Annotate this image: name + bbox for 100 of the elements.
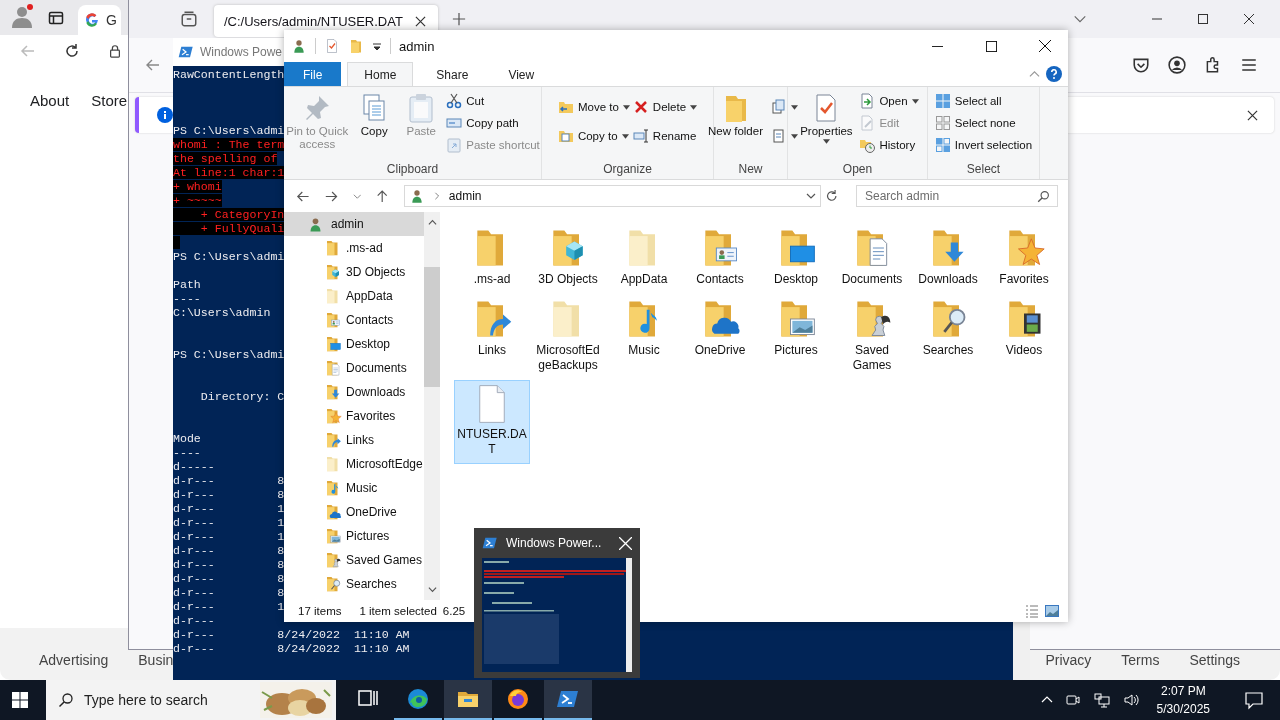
pocket-icon[interactable] xyxy=(1132,56,1150,74)
nav-item[interactable]: AppData xyxy=(284,284,424,308)
file-item[interactable]: Contacts xyxy=(682,223,758,294)
footer-link[interactable]: Terms xyxy=(1121,652,1160,668)
ribbon-button[interactable]: Copy path xyxy=(446,115,540,131)
file-item[interactable]: AppData xyxy=(606,223,682,294)
file-item[interactable]: .ms-ad xyxy=(454,223,530,294)
ribbon-button[interactable]: Cut xyxy=(446,93,540,109)
ribbon-button[interactable]: New folder xyxy=(703,90,768,161)
clock-date[interactable]: 5/30/2025 xyxy=(1156,700,1210,718)
refresh-icon[interactable] xyxy=(824,189,838,203)
ribbon-button[interactable]: Select all xyxy=(934,93,1033,109)
back-icon[interactable] xyxy=(145,57,161,73)
footer-link[interactable]: Settings xyxy=(1189,652,1240,668)
nav-item[interactable]: Favorites xyxy=(284,404,424,428)
footer-link[interactable]: Advertising xyxy=(39,652,109,668)
nav-item[interactable]: Music xyxy=(284,476,424,500)
close-icon[interactable] xyxy=(1247,109,1258,121)
user-icon[interactable] xyxy=(291,38,307,54)
close-icon[interactable] xyxy=(1243,13,1255,25)
up-icon[interactable] xyxy=(375,188,390,204)
file-item[interactable]: Links xyxy=(454,294,530,380)
plus-icon[interactable] xyxy=(452,12,466,26)
footer-link[interactable]: Privacy xyxy=(1045,652,1092,668)
ribbon-tab[interactable]: Home xyxy=(347,62,414,86)
ribbon-button[interactable]: Delete xyxy=(632,99,698,115)
nav-link[interactable]: About xyxy=(30,92,70,109)
footer-link[interactable]: Busin xyxy=(138,652,174,668)
scrollbar[interactable] xyxy=(1013,622,1030,680)
file-item[interactable]: Desktop xyxy=(758,223,834,294)
ribbon-button[interactable]: Rename xyxy=(632,128,698,144)
nav-item[interactable]: Searches xyxy=(284,572,424,596)
nav-link[interactable]: Store xyxy=(91,92,128,109)
file-item[interactable]: Videos xyxy=(986,294,1062,380)
tab-overview-icon[interactable] xyxy=(180,10,198,28)
ribbon-button[interactable] xyxy=(770,128,798,144)
account-icon[interactable] xyxy=(1168,56,1186,74)
nav-item[interactable]: admin xyxy=(284,212,424,236)
tab-list-icon[interactable] xyxy=(48,9,64,26)
close-icon[interactable] xyxy=(415,15,426,27)
file-item[interactable]: NTUSER.DAT xyxy=(454,380,530,464)
ribbon-button[interactable]: Copy to xyxy=(557,128,630,144)
scroll-thumb[interactable] xyxy=(424,267,440,387)
image-icon[interactable] xyxy=(1044,603,1060,619)
ribbon-button[interactable]: Select none xyxy=(934,115,1033,131)
taskbar-button[interactable] xyxy=(544,680,592,720)
file-item[interactable]: Documents xyxy=(834,223,910,294)
scrollbar[interactable] xyxy=(424,212,440,600)
nav-item[interactable]: .ms-ad xyxy=(284,236,424,260)
avatar-icon[interactable] xyxy=(10,3,34,28)
page-check-icon[interactable] xyxy=(324,38,340,54)
chevron-down-icon[interactable] xyxy=(805,191,816,201)
maximize-icon[interactable] xyxy=(1197,13,1209,25)
ribbon-button[interactable]: Open xyxy=(859,93,919,109)
reload-icon[interactable] xyxy=(64,43,80,59)
ribbon-tab[interactable]: View xyxy=(491,62,552,86)
ribbon-button[interactable]: Move to xyxy=(557,99,630,115)
notification-icon[interactable] xyxy=(1244,690,1264,710)
file-item[interactable]: Downloads xyxy=(910,223,986,294)
nav-item[interactable]: Contacts xyxy=(284,308,424,332)
search-field[interactable]: Search admin xyxy=(856,185,1058,207)
group-label: Organize xyxy=(603,161,652,178)
file-item[interactable]: OneDrive xyxy=(682,294,758,380)
clock-time[interactable]: 2:07 PM xyxy=(1160,682,1206,700)
folder-icon xyxy=(324,431,342,449)
ribbon-button[interactable]: History xyxy=(859,137,919,153)
camera-icon[interactable] xyxy=(1064,692,1081,708)
volume-icon[interactable] xyxy=(1122,692,1141,708)
nav-item[interactable]: 3D Objects xyxy=(284,260,424,284)
help-icon[interactable] xyxy=(1046,66,1062,82)
address-bar[interactable]: admin xyxy=(403,185,821,207)
start-icon[interactable] xyxy=(12,692,28,708)
browser-tab[interactable]: G xyxy=(78,5,121,35)
nav-item[interactable]: Desktop xyxy=(284,332,424,356)
file-item[interactable]: 3D Objects xyxy=(530,223,606,294)
file-item[interactable]: Music xyxy=(606,294,682,380)
chevron-down-icon[interactable] xyxy=(427,585,437,594)
menu-icon[interactable] xyxy=(1240,56,1258,74)
ribbon-button[interactable]: Copy xyxy=(352,90,397,161)
nav-item[interactable]: Documents xyxy=(284,356,424,380)
nav-item[interactable]: Downloads xyxy=(284,380,424,404)
nav-item[interactable]: OneDrive xyxy=(284,500,424,524)
ribbon-tab[interactable]: File xyxy=(284,62,342,86)
nav-item[interactable]: Pictures xyxy=(284,524,424,548)
file-item[interactable]: Searches xyxy=(910,294,986,380)
window-preview[interactable]: Windows Power... xyxy=(474,528,640,678)
nav-item[interactable]: MicrosoftEdge xyxy=(284,452,424,476)
network-icon[interactable] xyxy=(1092,692,1111,708)
file-item[interactable]: Saved Games xyxy=(834,294,910,380)
caret-icon[interactable] xyxy=(372,41,382,51)
nav-item[interactable]: Saved Games xyxy=(284,548,424,572)
file-item[interactable]: Pictures xyxy=(758,294,834,380)
ribbon-tab[interactable]: Share xyxy=(419,62,486,86)
taskbar-button[interactable] xyxy=(444,680,492,720)
file-item[interactable]: Favorites xyxy=(986,223,1062,294)
file-item[interactable]: MicrosoftEdgeBackups xyxy=(530,294,606,380)
nav-item[interactable]: Links xyxy=(284,428,424,452)
ribbon-button[interactable] xyxy=(770,99,798,115)
ribbon-button[interactable]: Properties xyxy=(796,90,857,161)
ribbon-button[interactable]: Invert selection xyxy=(934,137,1033,153)
